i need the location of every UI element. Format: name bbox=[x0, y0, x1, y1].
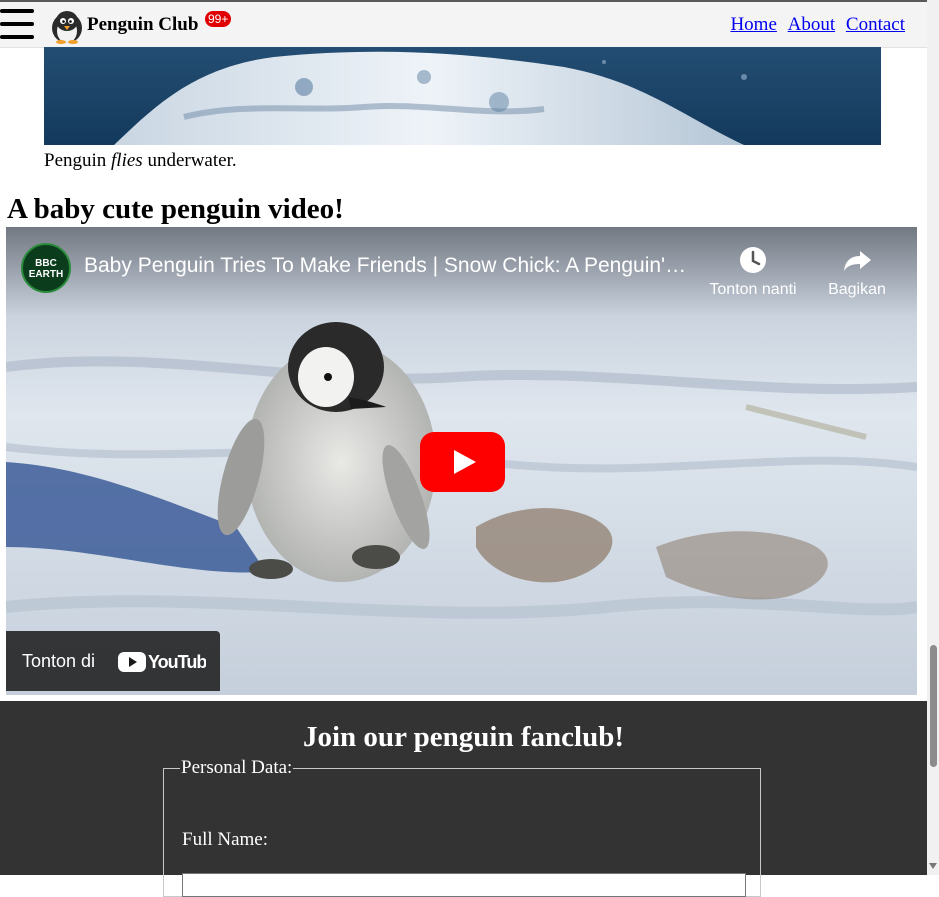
nav-contact-link[interactable]: Contact bbox=[846, 14, 905, 35]
hamburger-menu-icon[interactable] bbox=[0, 9, 34, 39]
watch-later-label: Tonton nanti bbox=[709, 281, 797, 298]
caption-text-end: underwater. bbox=[147, 150, 237, 171]
video-section-heading: A baby cute penguin video! bbox=[7, 193, 344, 225]
watch-on-label: Tonton di bbox=[22, 651, 96, 671]
watch-on-youtube-button[interactable]: Tonton di YouTube bbox=[6, 631, 220, 691]
site-header: Penguin Club 99+ Home About Contact bbox=[0, 2, 927, 48]
clock-icon bbox=[703, 243, 803, 277]
nav-home-link[interactable]: Home bbox=[730, 14, 776, 35]
embedded-video-player[interactable]: BBC EARTH Baby Penguin Tries To Make Fri… bbox=[6, 227, 917, 695]
photo-caption: Penguin flies underwater. bbox=[44, 150, 237, 172]
share-label: Bagikan bbox=[828, 281, 886, 298]
scrollbar-thumb[interactable] bbox=[930, 645, 937, 767]
video-title[interactable]: Baby Penguin Tries To Make Friends | Sno… bbox=[84, 254, 692, 278]
share-arrow-icon bbox=[807, 243, 907, 277]
page-scrollbar[interactable] bbox=[927, 0, 939, 875]
personal-data-legend: Personal Data: bbox=[181, 757, 293, 778]
channel-logo[interactable]: BBC EARTH bbox=[21, 243, 71, 293]
scroll-down-arrow-icon[interactable] bbox=[929, 863, 937, 869]
notification-badge: 99+ bbox=[205, 11, 232, 27]
full-name-label: Full Name: bbox=[182, 829, 269, 850]
full-name-input[interactable] bbox=[182, 873, 746, 897]
brand-name: Penguin Club bbox=[87, 14, 199, 35]
play-button-icon[interactable] bbox=[420, 432, 505, 492]
fanclub-section: Join our penguin fanclub! Personal Data:… bbox=[0, 701, 927, 897]
caption-emphasis: flies bbox=[111, 150, 143, 171]
top-nav: Home About Contact bbox=[724, 14, 905, 36]
youtube-logo-icon: YouTube bbox=[118, 651, 217, 672]
penguin-logo-icon bbox=[48, 8, 86, 44]
svg-text:YouTube: YouTube bbox=[148, 652, 206, 672]
share-button[interactable]: Bagikan bbox=[807, 243, 907, 299]
penguin-underwater-photo bbox=[44, 47, 881, 145]
fanclub-heading: Join our penguin fanclub! bbox=[303, 721, 624, 753]
nav-about-link[interactable]: About bbox=[788, 14, 836, 35]
caption-text: Penguin bbox=[44, 150, 107, 171]
watch-later-button[interactable]: Tonton nanti bbox=[703, 243, 803, 299]
personal-data-fieldset: Personal Data: Full Name: bbox=[163, 757, 761, 897]
